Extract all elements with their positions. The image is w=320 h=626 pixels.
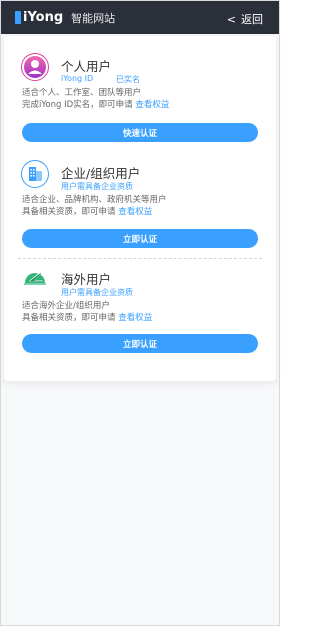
desc-text: 具备相关资质，即可申请 [22, 313, 116, 323]
view-benefits-link[interactable]: 查看权益 [135, 100, 169, 110]
back-label: 返回 [241, 13, 263, 26]
verification-card: 个人用户 iYong ID 已实名 适合个人、工作室、团队等用户 完成iYong… [4, 36, 276, 381]
desc-line: 适合企业、品牌机构、政府机关等用户 [22, 195, 167, 205]
verify-now-button[interactable]: 立即认证 [22, 334, 258, 353]
section-title: 海外用户 [61, 272, 112, 287]
section-title: 企业/组织用户 [61, 166, 141, 181]
section-description: 适合个人、工作室、团队等用户 完成iYong ID实名，即可申请 查看权益 [22, 87, 169, 111]
desc-line: 具备相关资质，即可申请 查看权益 [22, 312, 152, 324]
verified-status: 已实名 [116, 75, 140, 84]
section-description: 适合企业、品牌机构、政府机关等用户 具备相关资质，即可申请 查看权益 [22, 194, 167, 218]
view-benefits-link[interactable]: 查看权益 [118, 313, 152, 323]
top-header: iYong 智能网站 < 返回 [1, 1, 279, 34]
requirement-note: 用户需具备企业资质 [61, 288, 133, 297]
desc-line: 适合海外企业/组织用户 [22, 301, 110, 311]
desc-line: 完成iYong ID实名，即可申请 查看权益 [22, 99, 169, 111]
iyong-id-label: iYong ID [61, 74, 94, 83]
quick-verify-button[interactable]: 快速认证 [22, 123, 258, 142]
logo-text: iYong [23, 10, 64, 25]
back-button[interactable]: < 返回 [227, 11, 263, 27]
desc-text: 完成iYong ID实名，即可申请 [22, 100, 133, 110]
chevron-left-icon: < [226, 12, 236, 26]
airplane-icon [21, 266, 49, 294]
site-name: 智能网站 [71, 11, 116, 25]
section-title: 个人用户 [61, 59, 112, 74]
building-icon [21, 160, 49, 188]
section-description: 适合海外企业/组织用户 具备相关资质，即可申请 查看权益 [22, 300, 152, 324]
logo-mark [15, 11, 21, 24]
desc-text: 具备相关资质，即可申请 [22, 207, 116, 217]
requirement-note: 用户需具备企业资质 [61, 182, 133, 191]
desc-line: 具备相关资质，即可申请 查看权益 [22, 206, 167, 218]
logo[interactable]: iYong 智能网站 [15, 9, 115, 26]
view-benefits-link[interactable]: 查看权益 [118, 207, 152, 217]
user-icon [21, 53, 49, 81]
desc-line: 适合个人、工作室、团队等用户 [22, 88, 142, 98]
verify-now-button[interactable]: 立即认证 [22, 229, 258, 248]
section-divider [18, 258, 262, 259]
